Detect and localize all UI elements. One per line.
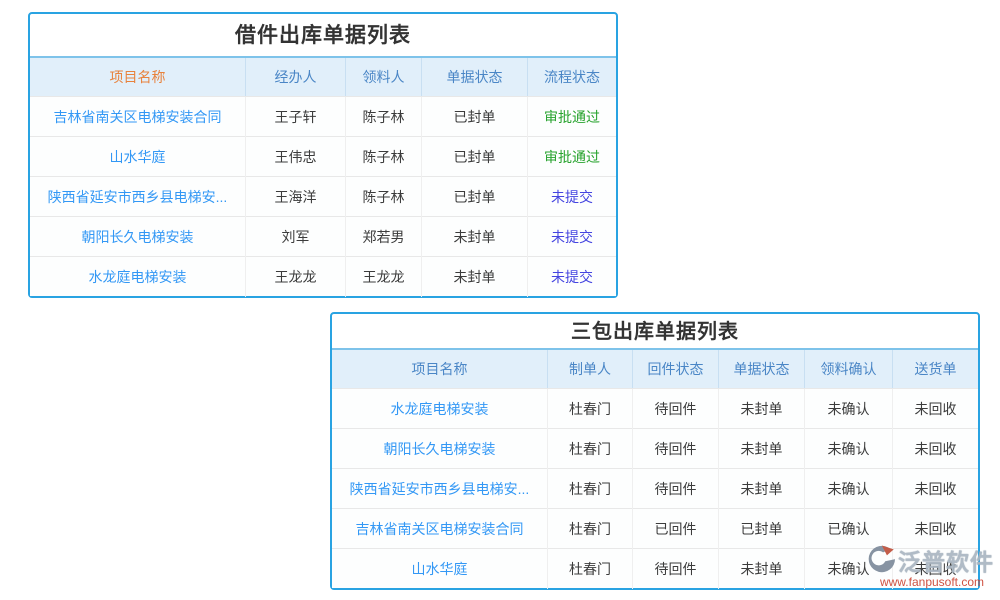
table-cell: 未回收 bbox=[893, 509, 978, 549]
table-cell: 待回件 bbox=[633, 429, 719, 469]
table-row: 朝阳长久电梯安装刘军郑若男未封单未提交 bbox=[30, 216, 616, 256]
table-cell: 待回件 bbox=[633, 469, 719, 509]
table-cell: 王子轩 bbox=[246, 97, 346, 137]
table-cell: 已确认 bbox=[805, 509, 893, 549]
table-header-row: 项目名称制单人回件状态单据状态领料确认送货单 bbox=[332, 350, 978, 388]
table-row: 吉林省南关区电梯安装合同王子轩陈子林已封单审批通过 bbox=[30, 96, 616, 136]
table-cell: 陈子林 bbox=[346, 137, 422, 177]
table-cell: 未回收 bbox=[893, 469, 978, 509]
table-header-row: 项目名称经办人领料人单据状态流程状态 bbox=[30, 58, 616, 96]
table-cell: 未确认 bbox=[805, 389, 893, 429]
table-cell: 已封单 bbox=[422, 97, 528, 137]
column-header: 送货单 bbox=[893, 350, 978, 388]
table-row: 陕西省延安市西乡县电梯安...杜春门待回件未封单未确认未回收 bbox=[332, 468, 978, 508]
table-cell: 未确认 bbox=[805, 429, 893, 469]
column-header: 流程状态 bbox=[528, 58, 616, 96]
table-cell: 未封单 bbox=[719, 469, 805, 509]
table-cell: 审批通过 bbox=[528, 97, 616, 137]
borrow-outbound-list-panel: 借件出库单据列表 项目名称经办人领料人单据状态流程状态 吉林省南关区电梯安装合同… bbox=[28, 12, 618, 298]
table-cell: 郑若男 bbox=[346, 217, 422, 257]
cell-project-name-link[interactable]: 山水华庭 bbox=[332, 549, 548, 589]
column-header: 单据状态 bbox=[719, 350, 805, 388]
table-cell: 杜春门 bbox=[548, 509, 633, 549]
table-cell: 待回件 bbox=[633, 389, 719, 429]
table-cell: 王伟忠 bbox=[246, 137, 346, 177]
table-cell: 王龙龙 bbox=[246, 257, 346, 297]
cell-project-name-link[interactable]: 吉林省南关区电梯安装合同 bbox=[332, 509, 548, 549]
table-cell: 刘军 bbox=[246, 217, 346, 257]
table-body: 水龙庭电梯安装杜春门待回件未封单未确认未回收朝阳长久电梯安装杜春门待回件未封单未… bbox=[332, 388, 978, 588]
table-row: 山水华庭王伟忠陈子林已封单审批通过 bbox=[30, 136, 616, 176]
column-header: 项目名称 bbox=[30, 58, 246, 96]
column-header: 领料确认 bbox=[805, 350, 893, 388]
table-cell: 已封单 bbox=[422, 177, 528, 217]
table-cell: 王龙龙 bbox=[346, 257, 422, 297]
table-cell: 未提交 bbox=[528, 217, 616, 257]
panel-title: 三包出库单据列表 bbox=[332, 314, 978, 350]
table-cell: 未封单 bbox=[719, 389, 805, 429]
cell-project-name-link[interactable]: 山水华庭 bbox=[30, 137, 246, 177]
cell-project-name-link[interactable]: 水龙庭电梯安装 bbox=[30, 257, 246, 297]
cell-project-name-link[interactable]: 朝阳长久电梯安装 bbox=[30, 217, 246, 257]
table-cell: 未提交 bbox=[528, 177, 616, 217]
table-row: 陕西省延安市西乡县电梯安...王海洋陈子林已封单未提交 bbox=[30, 176, 616, 216]
table-cell: 已封单 bbox=[719, 509, 805, 549]
column-header: 经办人 bbox=[246, 58, 346, 96]
panel-title: 借件出库单据列表 bbox=[30, 14, 616, 58]
column-header: 领料人 bbox=[346, 58, 422, 96]
cell-project-name-link[interactable]: 陕西省延安市西乡县电梯安... bbox=[332, 469, 548, 509]
cell-project-name-link[interactable]: 水龙庭电梯安装 bbox=[332, 389, 548, 429]
table-cell: 审批通过 bbox=[528, 137, 616, 177]
column-header: 项目名称 bbox=[332, 350, 548, 388]
column-header: 回件状态 bbox=[633, 350, 719, 388]
table-body: 吉林省南关区电梯安装合同王子轩陈子林已封单审批通过山水华庭王伟忠陈子林已封单审批… bbox=[30, 96, 616, 296]
table-cell: 未确认 bbox=[805, 469, 893, 509]
table-row: 吉林省南关区电梯安装合同杜春门已回件已封单已确认未回收 bbox=[332, 508, 978, 548]
table-cell: 王海洋 bbox=[246, 177, 346, 217]
table-cell: 未提交 bbox=[528, 257, 616, 297]
table-row: 山水华庭杜春门待回件未封单未确认未回收 bbox=[332, 548, 978, 588]
table-cell: 未封单 bbox=[719, 429, 805, 469]
column-header: 单据状态 bbox=[422, 58, 528, 96]
table-cell: 杜春门 bbox=[548, 389, 633, 429]
table-cell: 未封单 bbox=[422, 257, 528, 297]
table-cell: 未回收 bbox=[893, 549, 978, 589]
table-cell: 已回件 bbox=[633, 509, 719, 549]
table-cell: 已封单 bbox=[422, 137, 528, 177]
table-cell: 待回件 bbox=[633, 549, 719, 589]
table-cell: 未封单 bbox=[422, 217, 528, 257]
table-cell: 杜春门 bbox=[548, 469, 633, 509]
table-row: 水龙庭电梯安装王龙龙王龙龙未封单未提交 bbox=[30, 256, 616, 296]
table-cell: 未回收 bbox=[893, 429, 978, 469]
cell-project-name-link[interactable]: 朝阳长久电梯安装 bbox=[332, 429, 548, 469]
table-cell: 未确认 bbox=[805, 549, 893, 589]
table-row: 朝阳长久电梯安装杜春门待回件未封单未确认未回收 bbox=[332, 428, 978, 468]
table-cell: 未封单 bbox=[719, 549, 805, 589]
table-cell: 杜春门 bbox=[548, 549, 633, 589]
table-cell: 陈子林 bbox=[346, 97, 422, 137]
warranty-outbound-list-panel: 三包出库单据列表 项目名称制单人回件状态单据状态领料确认送货单 水龙庭电梯安装杜… bbox=[330, 312, 980, 590]
table-cell: 未回收 bbox=[893, 389, 978, 429]
cell-project-name-link[interactable]: 陕西省延安市西乡县电梯安... bbox=[30, 177, 246, 217]
table-cell: 杜春门 bbox=[548, 429, 633, 469]
column-header: 制单人 bbox=[548, 350, 633, 388]
table-row: 水龙庭电梯安装杜春门待回件未封单未确认未回收 bbox=[332, 388, 978, 428]
cell-project-name-link[interactable]: 吉林省南关区电梯安装合同 bbox=[30, 97, 246, 137]
table-cell: 陈子林 bbox=[346, 177, 422, 217]
